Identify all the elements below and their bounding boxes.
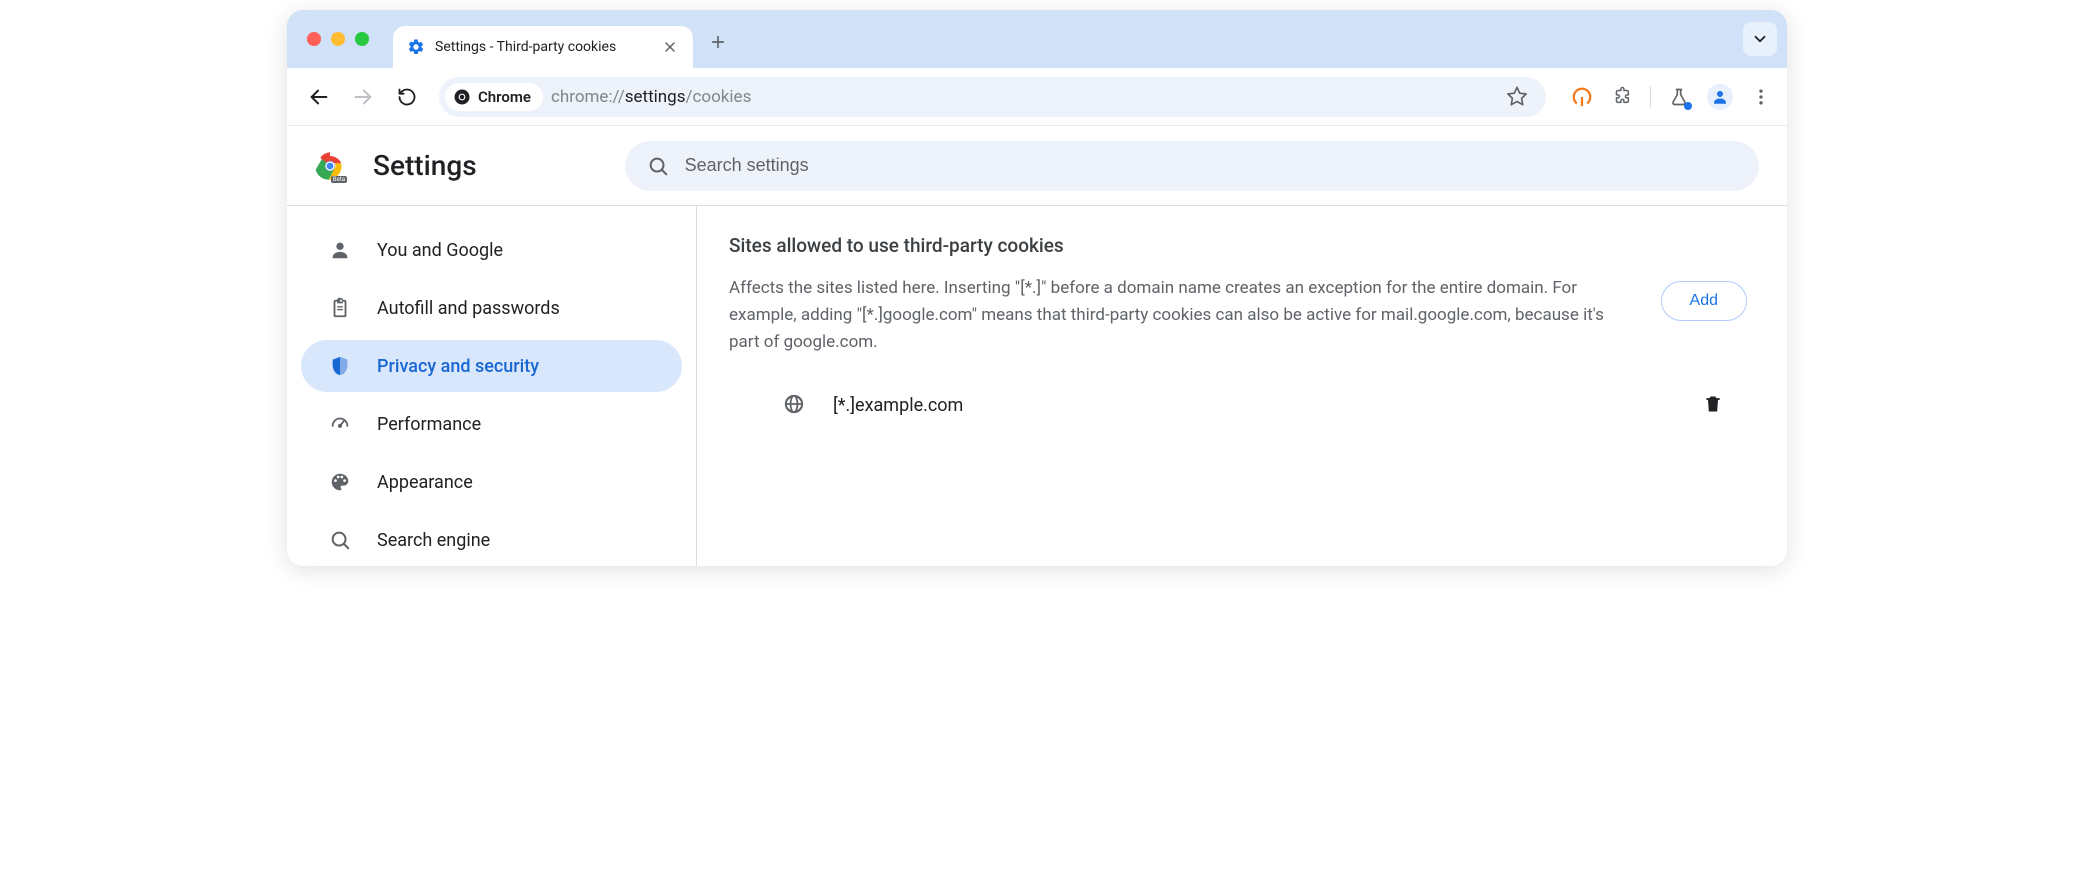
profile-avatar[interactable] [1707, 84, 1733, 110]
browser-tab[interactable]: Settings - Third-party cookies [393, 26, 693, 68]
tab-title: Settings - Third-party cookies [435, 39, 651, 55]
settings-body: You and Google Autofill and passwords Pr… [287, 206, 1787, 566]
bookmark-star-icon[interactable] [1506, 85, 1530, 109]
back-button[interactable] [301, 79, 337, 115]
palette-icon [329, 471, 351, 493]
section-description: Affects the sites listed here. Inserting… [729, 275, 1621, 357]
reload-button[interactable] [389, 79, 425, 115]
kebab-menu-icon[interactable] [1749, 85, 1773, 109]
tab-strip: Settings - Third-party cookies [287, 10, 1787, 68]
sidebar-item-label: You and Google [377, 240, 503, 261]
sidebar-item-autofill[interactable]: Autofill and passwords [301, 282, 682, 334]
sidebar-item-label: Performance [377, 414, 481, 435]
expand-tabs-button[interactable] [1743, 22, 1777, 56]
sidebar-item-label: Privacy and security [377, 356, 539, 377]
search-settings-bar[interactable] [625, 141, 1759, 191]
sidebar-item-performance[interactable]: Performance [301, 398, 682, 450]
address-bar[interactable]: Chrome chrome://settings/cookies [439, 77, 1546, 117]
settings-header: Beta Settings [287, 126, 1787, 206]
toolbar-actions [1570, 84, 1773, 110]
settings-sidebar: You and Google Autofill and passwords Pr… [287, 206, 697, 566]
window-close-button[interactable] [307, 32, 321, 46]
delete-site-button[interactable] [1703, 394, 1723, 418]
sidebar-item-you-and-google[interactable]: You and Google [301, 224, 682, 276]
labs-icon[interactable] [1667, 85, 1691, 109]
search-icon [647, 155, 669, 177]
new-tab-button[interactable] [703, 27, 733, 57]
globe-icon [783, 393, 805, 419]
shield-icon [329, 355, 351, 377]
speedometer-icon [329, 413, 351, 435]
extension-openvpn-icon[interactable] [1570, 85, 1594, 109]
gear-icon [407, 38, 425, 56]
sidebar-item-label: Appearance [377, 472, 473, 493]
site-domain: [*.]example.com [833, 395, 1703, 416]
browser-window: Settings - Third-party cookies [287, 10, 1787, 566]
search-settings-input[interactable] [685, 155, 1737, 176]
sidebar-item-search-engine[interactable]: Search engine [301, 514, 682, 566]
tab-close-button[interactable] [661, 38, 679, 56]
sidebar-item-privacy-security[interactable]: Privacy and security [301, 340, 682, 392]
window-maximize-button[interactable] [355, 32, 369, 46]
window-minimize-button[interactable] [331, 32, 345, 46]
chrome-logo-icon: Beta [315, 151, 345, 181]
section-heading: Sites allowed to use third-party cookies [729, 234, 1747, 257]
person-icon [329, 239, 351, 261]
forward-button[interactable] [345, 79, 381, 115]
settings-title: Settings [373, 149, 477, 182]
sidebar-item-label: Autofill and passwords [377, 298, 560, 319]
search-icon [329, 529, 351, 551]
site-row: [*.]example.com [729, 383, 1747, 429]
sidebar-item-label: Search engine [377, 530, 490, 551]
extensions-icon[interactable] [1610, 85, 1634, 109]
window-controls [297, 32, 377, 46]
site-chip-label: Chrome [478, 88, 531, 106]
sidebar-item-appearance[interactable]: Appearance [301, 456, 682, 508]
add-button[interactable]: Add [1661, 281, 1747, 321]
browser-toolbar: Chrome chrome://settings/cookies [287, 68, 1787, 126]
settings-content: Sites allowed to use third-party cookies… [697, 206, 1787, 566]
toolbar-separator [1650, 86, 1651, 108]
site-chip[interactable]: Chrome [445, 83, 543, 111]
clipboard-icon [329, 297, 351, 319]
url-text: chrome://settings/cookies [551, 87, 751, 107]
